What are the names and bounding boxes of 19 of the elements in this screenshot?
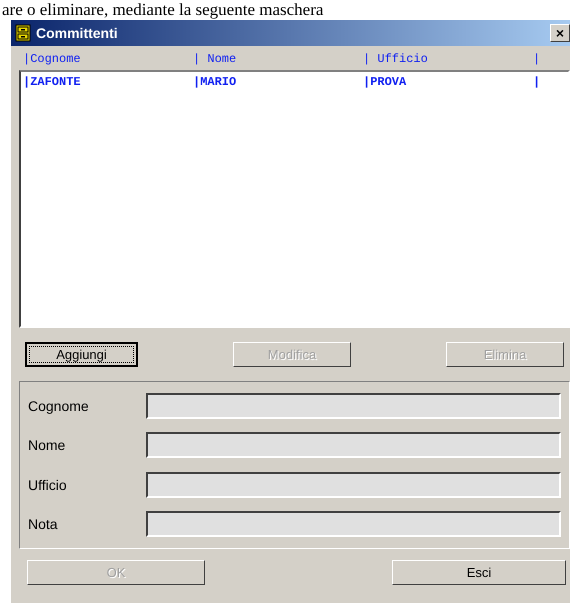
column-header: | [533, 52, 542, 66]
field-label: Nota [28, 516, 59, 532]
column-header: | Nome [193, 52, 238, 66]
cabinet-icon [15, 24, 31, 42]
close-button[interactable]: × [550, 24, 570, 42]
field-label: Cognome [28, 398, 90, 414]
list-cell-text: |ZAFONTE [23, 75, 82, 89]
list-cell-text: | [533, 75, 542, 89]
field-label: Ufficio [28, 476, 68, 493]
field-label: Nome [28, 437, 66, 454]
column-header: | Ufficio [363, 52, 429, 66]
list-cell-text: |PROVA [363, 75, 408, 89]
dialog-button[interactable]: Esci [392, 560, 566, 585]
document-text: are o eliminare, mediante la seguente maschera [1, 0, 324, 19]
list-cell-text: |MARIO [193, 75, 238, 89]
window-title: Committenti [36, 25, 119, 41]
column-header: |Cognome [23, 52, 82, 66]
action-button[interactable]: Aggiungi [25, 342, 138, 367]
list-row[interactable]: |ZAFONTE |MARIO |PROVA | [21, 72, 568, 89]
